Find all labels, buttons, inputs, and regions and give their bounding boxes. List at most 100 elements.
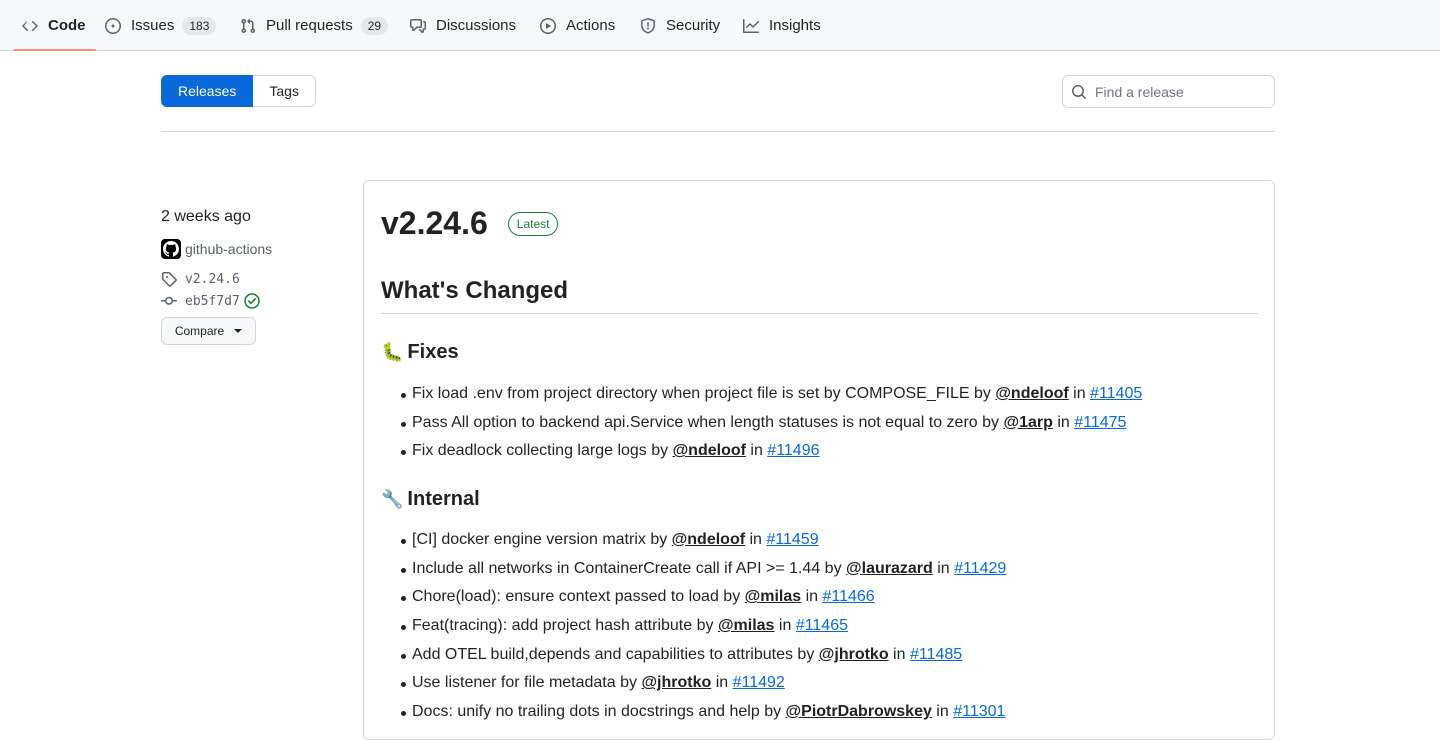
list-item: Use listener for file metadata by @jhrot…	[381, 669, 1006, 698]
user-link[interactable]: @jhrotko	[641, 674, 711, 691]
item-in: in	[745, 442, 768, 460]
list-item: Include all networks in ContainerCreate …	[381, 555, 1006, 584]
releases-tags-switch: Releases Tags	[161, 75, 316, 107]
item-text: Fix deadlock collecting large logs by	[412, 442, 673, 460]
item-text: Add OTEL build,depends and capabilities …	[412, 645, 819, 663]
tab-insights-label: Insights	[769, 17, 821, 34]
verified-check-icon[interactable]	[244, 293, 260, 309]
divider	[161, 131, 1275, 132]
pr-link[interactable]: #11496	[767, 442, 819, 459]
list-item: Fix load .env from project directory whe…	[381, 380, 1142, 409]
pr-link[interactable]: #11465	[796, 617, 848, 634]
pr-link[interactable]: #11301	[953, 703, 1005, 720]
list-item: Fix deadlock collecting large logs by @n…	[381, 437, 1142, 466]
graph-icon	[743, 18, 759, 33]
release-search[interactable]	[1062, 75, 1275, 108]
release-title[interactable]: v2.24.6	[381, 205, 488, 242]
shield-icon	[641, 17, 655, 34]
pr-link[interactable]: #11459	[766, 531, 818, 548]
item-in: in	[888, 645, 910, 663]
user-link[interactable]: @milas	[718, 617, 775, 634]
release-card: v2.24.6 Latest What's Changed 🐛 Fixes Fi…	[363, 180, 1275, 740]
code-icon	[22, 20, 38, 31]
tab-discussions-label: Discussions	[436, 17, 517, 34]
tags-tab[interactable]: Tags	[253, 75, 316, 107]
pr-link[interactable]: #11405	[1090, 385, 1142, 402]
item-in: in	[801, 588, 823, 606]
user-link[interactable]: @PiotrDabrowskey	[786, 703, 932, 720]
list-item: Feat(tracing): add project hash attribut…	[381, 612, 1006, 641]
pr-link[interactable]: #11492	[733, 674, 785, 691]
releases-tab[interactable]: Releases	[161, 75, 254, 107]
git-commit-icon	[161, 296, 177, 305]
release-author[interactable]: github-actions	[161, 239, 351, 259]
tab-discussions[interactable]: Discussions	[410, 0, 516, 51]
user-link[interactable]: @jhrotko	[819, 646, 889, 663]
list-item: Add OTEL build,depends and capabilities …	[381, 641, 1006, 670]
author-name: github-actions	[185, 241, 273, 257]
pr-link[interactable]: #11466	[823, 588, 875, 605]
tab-security-label: Security	[666, 17, 721, 34]
bug-icon: 🐛	[381, 342, 404, 362]
repo-nav: Code Issues 183 Pull requests 29 Discuss…	[0, 0, 1440, 51]
user-link[interactable]: @1arp	[1003, 414, 1052, 431]
search-icon	[1072, 84, 1087, 99]
item-in: in	[931, 703, 954, 721]
item-in: in	[1052, 413, 1075, 431]
fixes-list: Fix load .env from project directory whe…	[381, 380, 1142, 466]
tab-code[interactable]: Code	[14, 0, 95, 51]
item-text: Feat(tracing): add project hash attribut…	[412, 617, 718, 635]
user-link[interactable]: @ndeloof	[673, 442, 746, 459]
tab-actions[interactable]: Actions	[540, 0, 615, 51]
list-item: Pass All option to backend api.Service w…	[381, 409, 1142, 438]
user-link[interactable]: @laurazard	[846, 560, 933, 577]
item-in: in	[774, 617, 796, 635]
comment-discussion-icon	[410, 18, 426, 33]
item-in: in	[745, 531, 767, 548]
tab-pull-requests-label: Pull requests	[266, 17, 353, 34]
fixes-heading: 🐛 Fixes	[381, 341, 459, 364]
item-text: Docs: unify no trailing dots in docstrin…	[412, 703, 786, 721]
pr-link[interactable]: #11429	[954, 560, 1006, 577]
wrench-icon: 🔧	[381, 489, 404, 509]
item-text: Use listener for file metadata by	[412, 674, 642, 692]
tab-insights[interactable]: Insights	[743, 0, 821, 51]
release-tag[interactable]: v2.24.6	[161, 271, 351, 287]
list-item: Docs: unify no trailing dots in docstrin…	[381, 698, 1006, 727]
user-link[interactable]: @milas	[745, 588, 802, 605]
play-icon	[540, 17, 556, 34]
commit-sha: eb5f7d7	[185, 293, 240, 309]
item-text: Fix load .env from project directory whe…	[412, 385, 996, 402]
tab-actions-label: Actions	[566, 17, 616, 34]
tab-issues[interactable]: Issues 183	[105, 0, 217, 51]
tab-pull-requests[interactable]: Pull requests 29	[240, 0, 389, 51]
tab-security[interactable]: Security	[640, 0, 720, 51]
github-mark-icon	[163, 241, 179, 257]
release-header: v2.24.6 Latest	[381, 205, 559, 242]
item-text: Include all networks in ContainerCreate …	[412, 559, 847, 577]
fixes-title: Fixes	[407, 341, 459, 363]
user-link[interactable]: @ndeloof	[672, 531, 745, 548]
release-commit[interactable]: eb5f7d7	[161, 293, 351, 309]
release-meta: 2 weeks ago github-actions v2.24.6 eb5f7…	[161, 205, 351, 345]
item-in: in	[932, 559, 955, 577]
search-input[interactable]	[1095, 83, 1265, 100]
internal-heading: 🔧 Internal	[381, 488, 480, 511]
compare-button[interactable]: Compare	[161, 317, 256, 345]
item-text: Pass All option to backend api.Service w…	[412, 413, 1004, 431]
latest-badge: Latest	[507, 211, 559, 236]
whats-changed-heading: What's Changed	[381, 277, 1258, 314]
user-link[interactable]: @ndeloof	[995, 385, 1068, 402]
item-in: in	[711, 674, 733, 692]
pr-link[interactable]: #11485	[910, 646, 962, 663]
item-in: in	[1068, 385, 1091, 402]
git-pull-request-icon	[241, 18, 256, 33]
pr-link[interactable]: #11475	[1074, 414, 1126, 431]
chevron-down-icon	[234, 329, 243, 333]
release-date: 2 weeks ago	[161, 208, 251, 225]
tag-name: v2.24.6	[185, 271, 240, 287]
pull-requests-counter: 29	[360, 16, 389, 35]
internal-list: [CI] docker engine version matrix by @nd…	[381, 526, 1006, 727]
compare-label: Compare	[174, 324, 225, 338]
tag-icon	[162, 272, 177, 287]
